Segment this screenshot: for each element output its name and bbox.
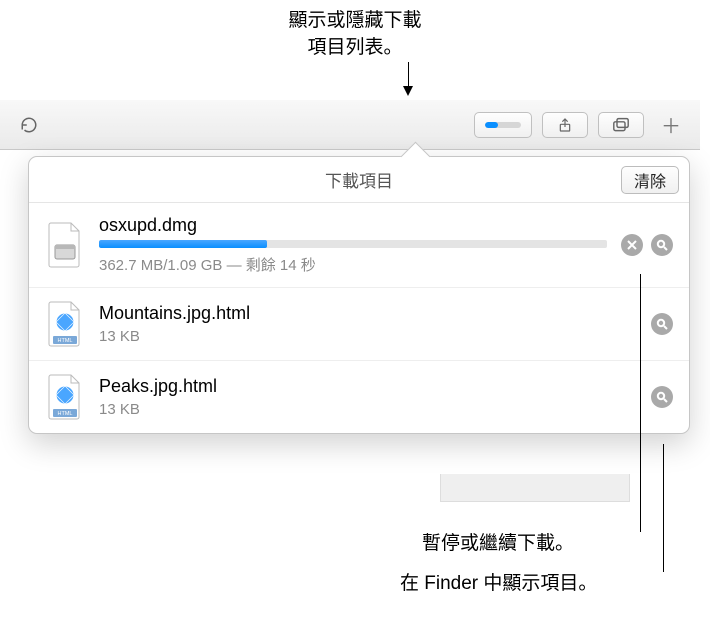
downloads-popover: 下載項目 清除 osxupd.dmg 362.7 MB/1.09 GB — [28,156,690,434]
download-item: HTML Peaks.jpg.html 13 KB [29,361,689,433]
annotation-top: 顯示或隱藏下載 項目列表。 [288,8,421,61]
magnifier-icon [656,239,668,251]
download-progress-bar [99,240,607,248]
download-actions [651,313,673,335]
tab-strip-fragment [440,474,630,502]
callout-line-top [408,62,409,88]
downloads-toolbar-progress [485,122,521,128]
downloads-toolbar-progress-fill [485,122,498,128]
dmg-file-icon [45,221,85,269]
reveal-in-finder-button[interactable] [651,234,673,256]
callout-line-stop [640,274,641,532]
download-meta: 13 KB [99,328,637,345]
reload-button[interactable] [12,112,46,138]
clear-button[interactable]: 清除 [621,166,679,194]
html-file-icon: HTML [45,373,85,421]
svg-text:HTML: HTML [58,411,73,417]
download-filename: Peaks.jpg.html [99,376,637,397]
popover-header: 下載項目 清除 [29,157,689,203]
share-icon [557,116,573,134]
annotation-show-in-finder: 在 Finder 中顯示項目。 [400,568,597,595]
share-button[interactable] [542,112,588,138]
svg-text:HTML: HTML [58,338,73,344]
downloads-button[interactable] [474,112,532,138]
download-meta: 362.7 MB/1.09 GB — 剩餘 14 秒 [99,254,607,275]
popover-title: 下載項目 [325,167,393,192]
download-actions [651,386,673,408]
clear-button-label: 清除 [634,168,666,192]
download-meta: 13 KB [99,401,637,418]
download-item: osxupd.dmg 362.7 MB/1.09 GB — 剩餘 14 秒 [29,203,689,288]
download-item: HTML Mountains.jpg.html 13 KB [29,288,689,361]
new-tab-button[interactable]: ＋ [654,112,688,138]
tabs-button[interactable] [598,112,644,138]
download-info: osxupd.dmg 362.7 MB/1.09 GB — 剩餘 14 秒 [99,215,607,275]
html-file-icon: HTML [45,300,85,348]
download-progress-fill [99,240,267,248]
reload-icon [20,116,38,134]
callout-line-reveal [663,444,664,572]
downloads-list: osxupd.dmg 362.7 MB/1.09 GB — 剩餘 14 秒 [29,203,689,433]
download-info: Peaks.jpg.html 13 KB [99,376,637,418]
reveal-in-finder-button[interactable] [651,386,673,408]
reveal-in-finder-button[interactable] [651,313,673,335]
annotation-pause-resume: 暫停或繼續下載。 [422,528,574,555]
safari-toolbar: ＋ [0,100,700,150]
annotation-top-line1: 顯示或隱藏下載 [288,8,421,35]
download-actions [621,234,673,256]
stop-download-button[interactable] [621,234,643,256]
download-filename: Mountains.jpg.html [99,303,637,324]
callout-arrow-top [403,86,413,96]
tabs-icon [611,117,631,133]
magnifier-icon [656,391,668,403]
download-filename: osxupd.dmg [99,215,607,236]
plus-icon: ＋ [661,110,681,139]
stop-x-icon [626,239,638,251]
download-info: Mountains.jpg.html 13 KB [99,303,637,345]
annotation-top-line2: 項目列表。 [288,35,421,62]
magnifier-icon [656,318,668,330]
